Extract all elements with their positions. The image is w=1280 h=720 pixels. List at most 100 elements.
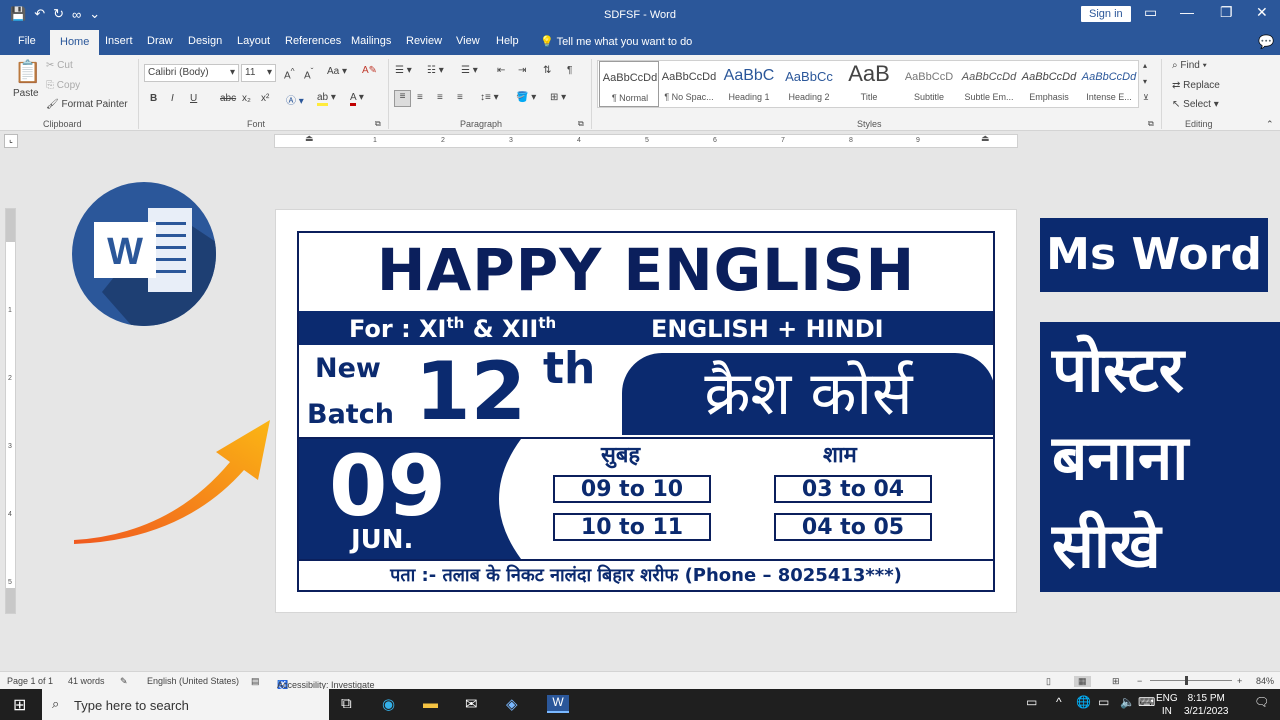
copy-button[interactable]: ⎘ Copy [46, 80, 80, 91]
mail-icon[interactable]: ✉ [465, 695, 478, 713]
windows-start-icon[interactable]: ⊞ [13, 695, 26, 715]
style-subtitle[interactable]: AaBbCcD Subtitle [899, 61, 959, 107]
line-spacing-icon[interactable]: ↕≡ ▾ [480, 92, 499, 103]
find-button[interactable]: ⌕ Find ▾ [1172, 60, 1207, 71]
read-mode-icon[interactable]: ▯ [1046, 676, 1051, 687]
zoom-out-icon[interactable]: − [1137, 676, 1142, 686]
page-count[interactable]: Page 1 of 1 [7, 676, 53, 686]
font-size-dropdown[interactable]: 11 ▾ [241, 64, 276, 82]
align-right-icon[interactable]: ≡ [437, 92, 443, 103]
zoom-in-icon[interactable]: + [1237, 676, 1242, 686]
right-indent-marker-icon[interactable]: ⏏ [981, 133, 990, 144]
tab-help[interactable]: Help [496, 35, 519, 47]
shrink-font-icon[interactable]: Aˇ [304, 66, 313, 81]
bullets-icon[interactable]: ☰ ▾ [395, 65, 412, 76]
minimize-icon[interactable]: — [1180, 4, 1194, 20]
proofing-icon[interactable]: ✎ [120, 676, 128, 687]
sort-icon[interactable]: ⇅ [543, 65, 551, 76]
sign-in-button[interactable]: Sign in [1081, 6, 1131, 22]
styles-scroll-down-icon[interactable]: ▾ [1143, 77, 1147, 86]
style-heading-1[interactable]: AaBbC Heading 1 [719, 61, 779, 107]
tab-design[interactable]: Design [188, 35, 222, 47]
zoom-level[interactable]: 84% [1256, 676, 1274, 686]
styles-dialog-launcher-icon[interactable]: ⧉ [1148, 119, 1154, 129]
ime-icon[interactable]: ⌨ [1138, 695, 1155, 709]
tab-file[interactable]: File [18, 35, 36, 47]
tab-references[interactable]: References [285, 35, 341, 47]
clear-formatting-icon[interactable]: A✎ [362, 65, 377, 76]
taskbar-search[interactable]: ⌕ Type here to search [42, 689, 329, 720]
cut-button[interactable]: ✂ Cut [46, 60, 73, 71]
tell-me-search[interactable]: 💡 Tell me what you want to do [540, 35, 692, 48]
text-effects-icon[interactable]: Ⓐ ▾ [286, 92, 304, 107]
style-title[interactable]: AaB Title [839, 61, 899, 107]
tab-home[interactable]: Home [50, 30, 100, 55]
system-clock[interactable]: 8:15 PM 3/21/2023 [1184, 692, 1229, 718]
maximize-icon[interactable]: ❐ [1220, 4, 1233, 21]
tab-view[interactable]: View [456, 35, 480, 47]
zoom-slider-thumb[interactable] [1185, 676, 1188, 685]
paste-icon[interactable]: 📋 [14, 59, 41, 85]
print-layout-icon[interactable]: ▦ [1074, 676, 1091, 687]
multilevel-list-icon[interactable]: ☰ ▾ [461, 65, 478, 76]
zoom-slider[interactable] [1150, 680, 1232, 681]
tab-layout[interactable]: Layout [237, 35, 270, 47]
paragraph-dialog-launcher-icon[interactable]: ⧉ [578, 119, 584, 129]
tab-mailings[interactable]: Mailings [351, 35, 391, 47]
italic-button[interactable]: I [171, 93, 174, 104]
style-emphasis[interactable]: AaBbCcDd Emphasis [1019, 61, 1079, 107]
align-center-icon[interactable]: ≡ [417, 92, 423, 103]
notifications-icon[interactable]: 🗨 [1254, 695, 1269, 709]
network-icon[interactable]: 🌐 [1076, 695, 1091, 709]
word-taskbar-icon[interactable]: W [547, 695, 569, 713]
collapse-ribbon-icon[interactable]: ⌃ [1266, 119, 1274, 130]
vertical-ruler[interactable]: 1 2 3 4 5 [5, 208, 16, 614]
comments-icon[interactable]: 💬 [1258, 34, 1274, 50]
show-marks-icon[interactable]: ¶ [567, 65, 572, 76]
styles-more-icon[interactable]: ⊻ [1143, 93, 1149, 102]
numbering-icon[interactable]: ☷ ▾ [427, 65, 444, 76]
superscript-button[interactable]: x² [261, 93, 269, 104]
underline-button[interactable]: U [190, 93, 197, 104]
style-heading-2[interactable]: AaBbCc Heading 2 [779, 61, 839, 107]
decrease-indent-icon[interactable]: ⇤ [497, 65, 505, 76]
file-explorer-icon[interactable]: ▬ [423, 695, 438, 712]
app-icon[interactable]: ◈ [506, 695, 518, 713]
word-count[interactable]: 41 words [68, 676, 105, 686]
font-color-icon[interactable]: A ▾ [350, 92, 364, 106]
web-layout-icon[interactable]: ⊞ [1112, 676, 1120, 687]
increase-indent-icon[interactable]: ⇥ [518, 65, 526, 76]
tab-insert[interactable]: Insert [105, 35, 133, 47]
close-icon[interactable]: ✕ [1256, 4, 1268, 21]
style-normal[interactable]: AaBbCcDd ¶ Normal [599, 61, 659, 107]
bold-button[interactable]: B [150, 93, 157, 104]
tab-selector[interactable]: ⌞ [4, 134, 18, 148]
strikethrough-button[interactable]: abc [220, 93, 236, 104]
highlight-icon[interactable]: ab ▾ [317, 92, 336, 106]
document-page[interactable]: HAPPY ENGLISH For : XIth & XIIth ENGLISH… [275, 209, 1017, 613]
justify-icon[interactable]: ≡ [457, 92, 463, 103]
style-no-spacing[interactable]: AaBbCcDd ¶ No Spac... [659, 61, 719, 107]
grow-font-icon[interactable]: A^ [284, 66, 295, 81]
battery-icon[interactable]: ▭ [1098, 695, 1109, 709]
notification-app-icon[interactable]: ▭ [1026, 695, 1037, 709]
horizontal-ruler[interactable]: 1 2 3 4 5 6 7 8 9 ⏏ ⏏ [274, 133, 1018, 148]
format-painter-button[interactable]: 🖌 Format Painter [46, 99, 128, 110]
edge-icon[interactable]: ◉ [382, 695, 395, 713]
font-name-dropdown[interactable]: Calibri (Body) ▾ [144, 64, 239, 82]
language-indicator[interactable]: English (United States) [147, 676, 239, 686]
borders-icon[interactable]: ⊞ ▾ [550, 92, 566, 103]
paste-button[interactable]: Paste [13, 88, 39, 99]
font-dialog-launcher-icon[interactable]: ⧉ [375, 119, 381, 129]
language-indicator-taskbar[interactable]: ENG IN [1156, 692, 1178, 718]
style-intense-emphasis[interactable]: AaBbCcDd Intense E... [1079, 61, 1139, 107]
ribbon-display-icon[interactable]: ▭ [1144, 4, 1157, 21]
show-hidden-icons[interactable]: ^ [1056, 695, 1062, 709]
replace-button[interactable]: ⇄ Replace [1172, 80, 1220, 91]
change-case-icon[interactable]: Aa ▾ [327, 66, 347, 77]
shading-icon[interactable]: 🪣 ▾ [516, 92, 536, 103]
style-subtle-emphasis[interactable]: AaBbCcDd Subtle Em... [959, 61, 1019, 107]
styles-scroll-up-icon[interactable]: ▴ [1143, 61, 1147, 70]
tab-review[interactable]: Review [406, 35, 442, 47]
task-view-icon[interactable]: ⧉ [341, 695, 352, 712]
